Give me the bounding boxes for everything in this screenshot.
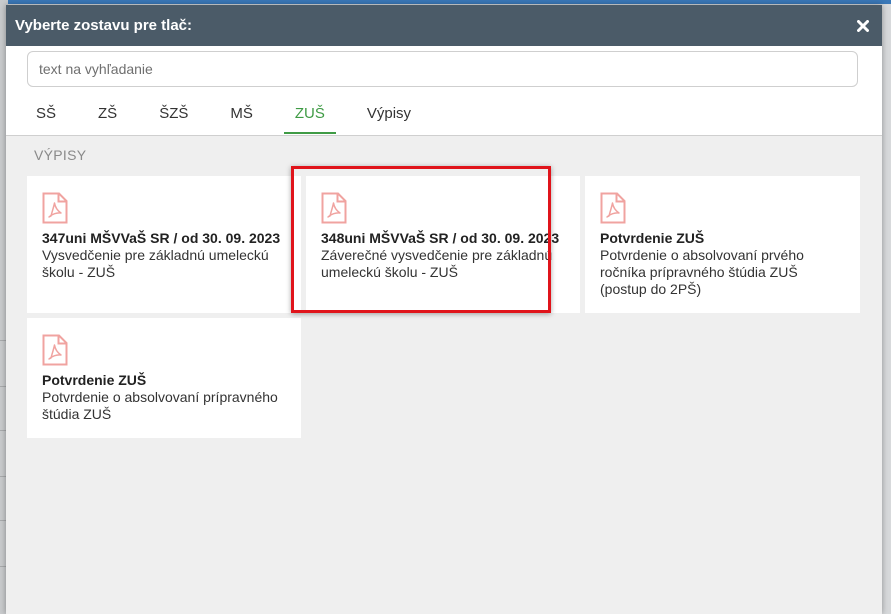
card-title: Potvrdenie ZUŠ — [42, 372, 147, 388]
search-input[interactable] — [27, 51, 858, 87]
pdf-icon — [321, 192, 347, 224]
card-title: 348uni MŠVVaŠ SR / od 30. 09. 2023 — [321, 230, 560, 246]
card-description: Potvrdenie o absolvovaní prípravného štú… — [42, 389, 278, 422]
tab-vypisy[interactable]: Výpisy — [356, 98, 422, 134]
background-topbar — [0, 0, 891, 4]
tab-ss[interactable]: SŠ — [25, 98, 67, 134]
pdf-icon — [600, 192, 626, 224]
card-title: 347uni MŠVVaŠ SR / od 30. 09. 2023 — [42, 230, 281, 246]
close-button[interactable] — [854, 17, 872, 35]
card-title: Potvrdenie ZUŠ — [600, 230, 705, 246]
tab-ms[interactable]: MŠ — [219, 98, 264, 134]
pdf-icon — [42, 334, 68, 366]
card-description: Záverečné vysvedčenie pre základnú umele… — [321, 247, 553, 280]
report-card[interactable]: Potvrdenie ZUŠ Potvrdenie o absolvovaní … — [27, 318, 301, 438]
report-card[interactable]: Potvrdenie ZUŠ Potvrdenie o absolvovaní … — [585, 176, 860, 313]
section-heading: VÝPISY — [34, 147, 87, 163]
report-card[interactable]: 347uni MŠVVaŠ SR / od 30. 09. 2023 Vysve… — [27, 176, 301, 313]
report-card-highlighted[interactable]: 348uni MŠVVaŠ SR / od 30. 09. 2023 Záver… — [306, 176, 580, 313]
card-description: Potvrdenie o absolvovaní prvého ročníka … — [600, 247, 804, 297]
dialog-title: Vyberte zostavu pre tlač: — [15, 17, 193, 34]
search-and-tabs: SŠ ZŠ ŠZŠ MŠ ZUŠ Výpisy — [6, 46, 882, 136]
tab-zus[interactable]: ZUŠ — [283, 98, 336, 134]
dialog-header: Vyberte zostavu pre tlač: — [6, 5, 882, 46]
tab-szs[interactable]: ŠZŠ — [148, 98, 199, 134]
tab-zs[interactable]: ZŠ — [87, 98, 128, 134]
close-icon — [857, 19, 869, 32]
card-description: Vysvedčenie pre základnú umeleckú školu … — [42, 247, 269, 280]
category-tabs: SŠ ZŠ ŠZŠ MŠ ZUŠ Výpisy — [25, 98, 442, 134]
pdf-icon — [42, 192, 68, 224]
